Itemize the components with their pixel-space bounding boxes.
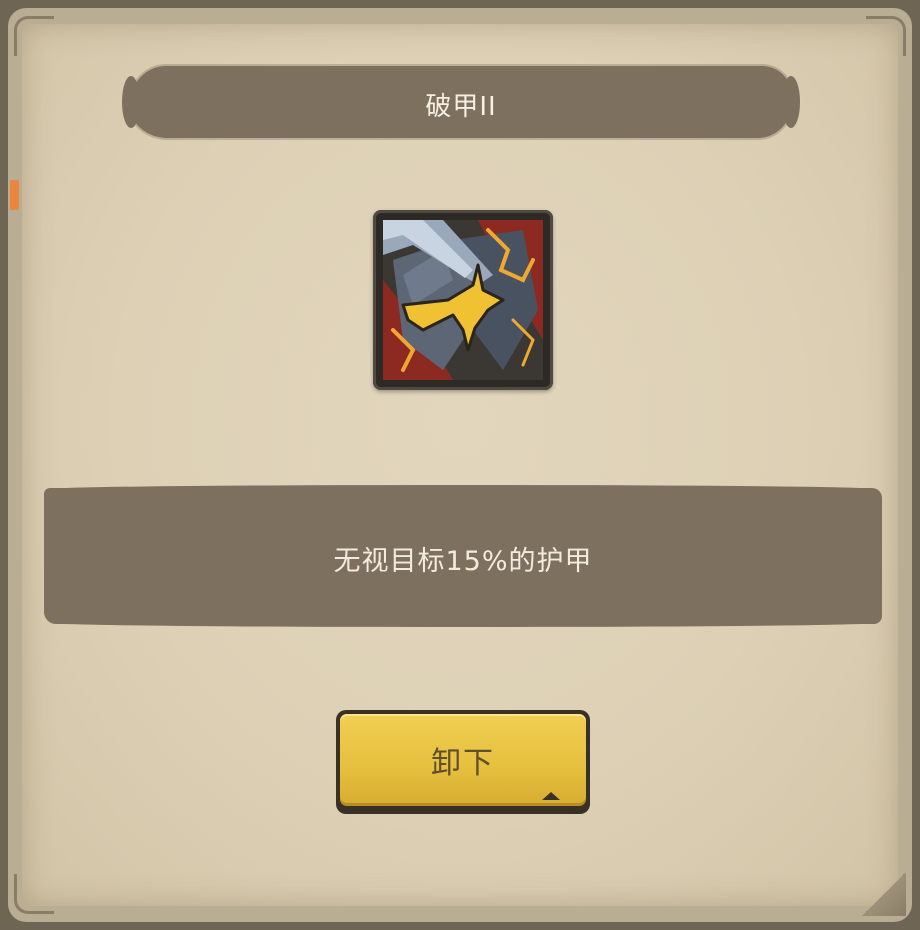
corner-ornament (14, 16, 54, 56)
description-panel: 无视目标15%的护甲 (44, 485, 882, 627)
button-notch-icon (542, 792, 560, 800)
armor-break-icon-graphic (383, 220, 543, 380)
skill-title: 破甲II (425, 91, 497, 122)
skill-description: 无视目标15%的护甲 (333, 545, 593, 577)
armor-break-icon (373, 210, 553, 390)
corner-ornament (866, 16, 906, 56)
title-banner: 破甲II (122, 66, 800, 138)
unequip-button[interactable]: 卸下 (336, 710, 590, 814)
unequip-button-face[interactable]: 卸下 (340, 714, 586, 806)
corner-ornament (14, 874, 54, 914)
unequip-button-label: 卸下 (431, 746, 495, 781)
skill-detail-dialog: 破甲II 无视目标15%的护甲 卸下 (0, 0, 920, 930)
side-tab-marker (10, 180, 19, 210)
